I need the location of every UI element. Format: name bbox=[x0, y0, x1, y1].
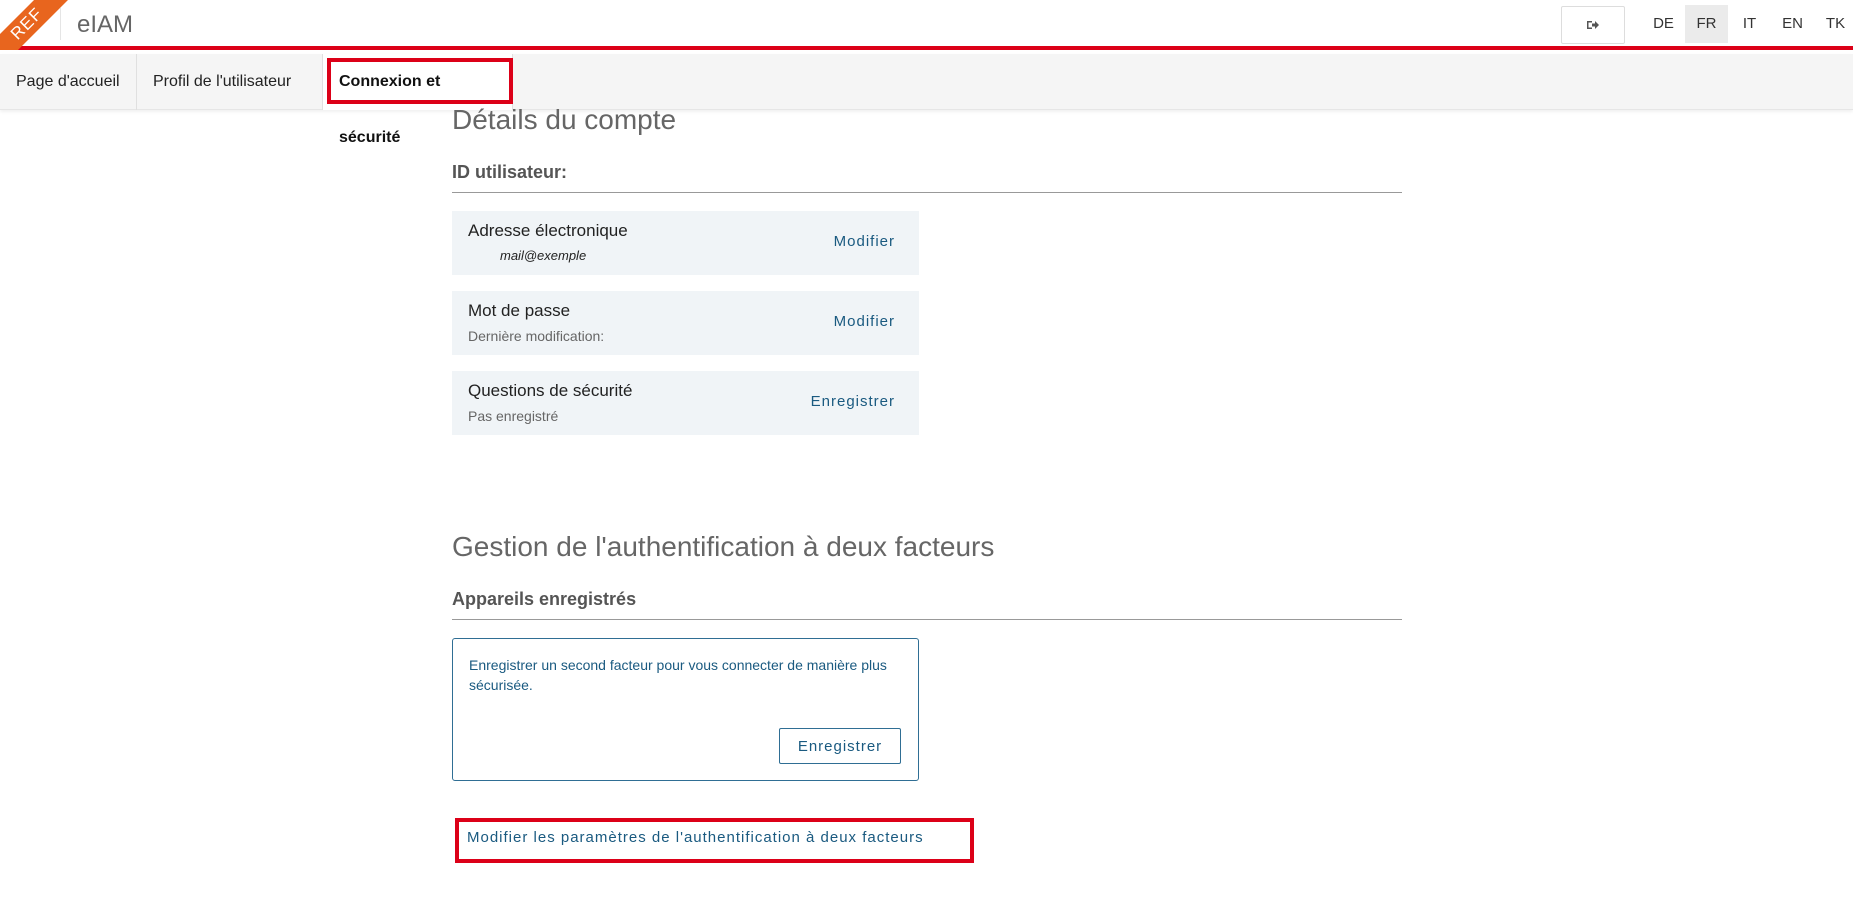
twofa-settings-link[interactable]: Modifier les paramètres de l'authentific… bbox=[467, 829, 924, 846]
password-last-modified: Dernière modification: bbox=[468, 328, 605, 344]
registered-devices-label: Appareils enregistrés bbox=[452, 589, 637, 609]
lang-en[interactable]: EN bbox=[1771, 5, 1814, 43]
modify-email-link[interactable]: Modifier bbox=[834, 233, 895, 250]
language-switcher: DE FR IT EN TK bbox=[1642, 5, 1853, 43]
ref-badge-label: REF bbox=[0, 0, 80, 50]
twofa-register-text: Enregistrer un second facteur pour vous … bbox=[469, 657, 887, 693]
register-security-questions-link[interactable]: Enregistrer bbox=[811, 393, 895, 410]
header-divider bbox=[60, 8, 61, 40]
nav-item-login-security[interactable]: Connexion et sécurité bbox=[323, 54, 513, 146]
logout-button[interactable] bbox=[1561, 6, 1625, 44]
email-label: Adresse électronique bbox=[468, 221, 628, 240]
divider bbox=[452, 619, 1402, 620]
lang-de[interactable]: DE bbox=[1642, 5, 1685, 43]
twofa-register-box: Enregistrer un second facteur pour vous … bbox=[452, 638, 919, 781]
nav-item-home[interactable]: Page d'accueil bbox=[0, 54, 137, 110]
main-nav: Page d'accueil Profil de l'utilisateur C… bbox=[0, 54, 1853, 146]
password-card: Mot de passe Dernière modification: Modi… bbox=[452, 291, 919, 355]
register-second-factor-button[interactable]: Enregistrer bbox=[779, 728, 901, 764]
logout-icon bbox=[1587, 21, 1599, 29]
lang-tk[interactable]: TK bbox=[1814, 5, 1853, 43]
nav-item-user-profile[interactable]: Profil de l'utilisateur bbox=[137, 54, 323, 110]
account-details-title: Détails du compte bbox=[452, 104, 677, 135]
divider bbox=[452, 192, 1402, 193]
app-title: eIAM bbox=[77, 11, 134, 38]
email-value: mail@exemple bbox=[500, 248, 587, 263]
lang-it[interactable]: IT bbox=[1728, 5, 1771, 43]
security-questions-label: Questions de sécurité bbox=[468, 381, 633, 400]
user-id-label: ID utilisateur: bbox=[452, 162, 568, 182]
twofa-title: Gestion de l'authentification à deux fac… bbox=[452, 531, 995, 562]
ref-environment-badge: REF bbox=[0, 0, 80, 50]
security-questions-status: Pas enregistré bbox=[468, 408, 559, 424]
email-card: Adresse électronique mail@exemple Modifi… bbox=[452, 211, 919, 275]
modify-password-link[interactable]: Modifier bbox=[834, 313, 895, 330]
lang-fr[interactable]: FR bbox=[1685, 5, 1728, 43]
security-questions-card: Questions de sécurité Pas enregistré Enr… bbox=[452, 371, 919, 435]
password-label: Mot de passe bbox=[468, 301, 571, 320]
top-header: REF eIAM DE FR IT EN TK bbox=[0, 0, 1853, 50]
